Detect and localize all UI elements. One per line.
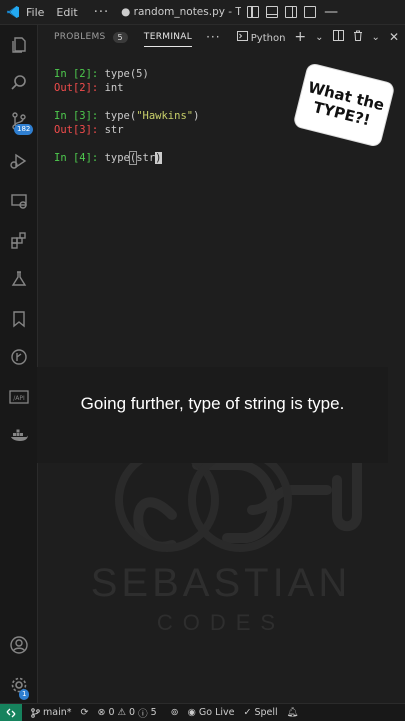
tab-problems[interactable]: PROBLEMS 5 (54, 25, 128, 49)
remote-indicator-icon[interactable] (0, 704, 22, 721)
spell-check-button[interactable]: ✓ Spell (243, 707, 277, 718)
toggle-panel-icon[interactable] (266, 6, 279, 18)
bookmark-icon[interactable] (0, 301, 37, 337)
settings-badge: 1 (19, 689, 30, 700)
output-text: int (104, 82, 124, 94)
toggle-sidebar-icon[interactable] (247, 6, 260, 18)
error-icon: ⊗ (97, 707, 106, 718)
split-terminal-icon[interactable] (332, 30, 344, 44)
toggle-secondary-sidebar-icon[interactable] (285, 6, 298, 18)
branch-name: main* (43, 707, 72, 718)
notifications-button[interactable]: 🔔︎ (287, 707, 299, 718)
problems-count-badge: 5 (112, 31, 128, 43)
explorer-icon[interactable] (0, 27, 37, 63)
input-prompt: In [2]: (54, 68, 105, 80)
input-prompt: In [4]: (54, 152, 105, 164)
string-literal: "Hawkins" (136, 110, 194, 122)
sync-icon: ⟳ (80, 707, 89, 718)
warning-icon: ⚠ (117, 707, 127, 718)
terminal-dropdown-chevron-icon[interactable]: ⌄ (315, 32, 323, 43)
ports-button[interactable]: ⊚ (171, 707, 179, 718)
search-icon[interactable] (0, 65, 37, 101)
broadcast-icon: ◉ (187, 707, 196, 718)
command-text: type (104, 152, 130, 164)
video-caption: Going further, type of string is type. (80, 394, 345, 413)
tab-terminal[interactable]: TERMINAL (143, 25, 193, 49)
tab-problems-label: PROBLEMS (54, 32, 106, 42)
terminal-profile-button[interactable]: Python (236, 30, 286, 44)
minimize-icon[interactable]: — (324, 4, 338, 20)
settings-gear-icon[interactable]: 1 (0, 667, 37, 703)
testing-flask-icon[interactable] (0, 261, 37, 297)
text-cursor: ) (155, 152, 162, 164)
title-bar: File Edit ··· ● random_notes.py - T... — (0, 0, 405, 25)
panel-collapse-chevron-icon[interactable]: ⌄ (372, 32, 380, 43)
extensions-icon[interactable] (0, 222, 37, 258)
checkmark-icon: ✓ (243, 707, 252, 718)
svg-text:/API: /API (13, 395, 25, 402)
customize-layout-icon[interactable] (304, 6, 317, 18)
git-graph-icon[interactable] (0, 339, 37, 375)
source-control-badge: 182 (14, 124, 34, 135)
output-text: str (104, 124, 124, 136)
panel-more-button[interactable]: ··· (206, 30, 220, 44)
status-bar: main* ⟳ ⊗ 0 ⚠ 0 ⓘ 5 ⊚ ◉ Go Live ✓ Spell … (0, 703, 405, 721)
command-text: ) (193, 110, 200, 122)
terminal-icon (236, 30, 248, 41)
radio-tower-icon: ⊚ (170, 707, 179, 718)
go-live-button[interactable]: ◉ Go Live (188, 707, 235, 718)
command-text: type(5) (104, 68, 149, 80)
remote-explorer-icon[interactable] (0, 183, 37, 219)
info-count: 5 (150, 707, 157, 718)
command-text: type( (104, 110, 137, 122)
caption-background (37, 367, 388, 463)
panel-header: PROBLEMS 5 TERMINAL ··· Python + ⌄ ⌄ ✕ (38, 25, 405, 49)
command-text: str (136, 152, 156, 164)
problems-status[interactable]: ⊗ 0 ⚠ 0 ⓘ 5 (97, 706, 156, 720)
menu-more-button[interactable]: ··· (94, 5, 109, 20)
kill-terminal-trash-icon[interactable] (353, 30, 363, 44)
window-title: ● random_notes.py - T... (121, 6, 242, 18)
spell-label: Spell (254, 707, 278, 718)
new-terminal-icon[interactable]: + (294, 29, 306, 45)
menu-edit[interactable]: Edit (56, 6, 77, 19)
error-count: 0 (108, 707, 115, 718)
output-prompt: Out[3]: (54, 124, 105, 136)
sync-button[interactable]: ⟳ (81, 707, 89, 718)
info-icon: ⓘ (138, 708, 148, 720)
menu-file[interactable]: File (26, 6, 44, 19)
activity-bar: 182 /API 1 (0, 25, 38, 703)
input-prompt: In [3]: (54, 110, 105, 122)
watermark-line-1: SEBASTIAN (91, 561, 352, 605)
api-icon[interactable]: /API (0, 379, 37, 415)
watermark-line-2: CODES (157, 610, 285, 635)
go-live-label: Go Live (198, 707, 235, 718)
tab-terminal-label: TERMINAL (143, 32, 193, 42)
output-prompt: Out[2]: (54, 82, 105, 94)
git-branch-icon (31, 707, 40, 718)
branch-status[interactable]: main* (31, 707, 72, 718)
docker-icon[interactable] (0, 417, 37, 453)
vscode-logo-icon (0, 0, 26, 24)
close-panel-icon[interactable]: ✕ (389, 30, 399, 44)
bell-icon: 🔔︎ (286, 707, 299, 718)
account-icon[interactable] (0, 627, 37, 663)
source-control-icon[interactable]: 182 (0, 103, 37, 139)
terminal-line: In [4]: type(str) (54, 151, 394, 166)
warning-count: 0 (129, 707, 136, 718)
terminal-profile-label: Python (250, 32, 286, 44)
run-debug-icon[interactable] (0, 143, 37, 179)
